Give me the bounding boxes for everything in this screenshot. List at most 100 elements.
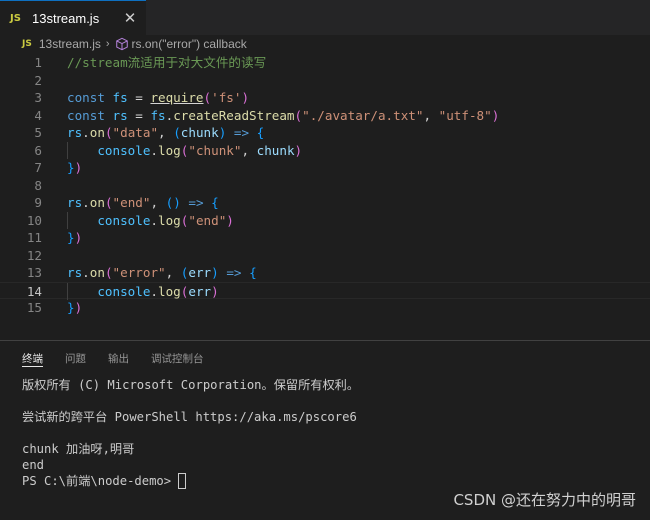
code-text: console.log("end") xyxy=(67,212,234,230)
code-token: . xyxy=(82,265,90,280)
code-line[interactable]: 5 rs.on("data", (chunk) => { xyxy=(0,124,650,142)
panel-tab[interactable]: 调试控制台 xyxy=(151,341,204,376)
panel-tabs: 终端 问题 输出 调试控制台 xyxy=(0,341,650,376)
terminal-text: 版权所有 (C) Microsoft Corporation。保留所有权利。 xyxy=(22,378,360,392)
code-line[interactable]: 9 rs.on("end", () => { xyxy=(0,194,650,212)
editor-tab-bar: JS 13stream.js ✕ xyxy=(0,0,650,35)
code-line[interactable]: 11}) xyxy=(0,229,650,247)
code-line[interactable]: 10 console.log("end") xyxy=(0,211,650,230)
line-number: 2 xyxy=(34,72,42,88)
line-number: 10 xyxy=(26,212,42,228)
code-text: console.log("chunk", chunk) xyxy=(67,142,302,160)
panel-tab[interactable]: 输出 xyxy=(108,341,129,376)
code-token: , xyxy=(423,107,439,123)
code-line[interactable]: 14 console.log(err) xyxy=(0,281,650,301)
code-token: . xyxy=(150,142,159,158)
code-line[interactable]: 15}) xyxy=(0,299,650,317)
code-line[interactable]: 2 xyxy=(0,72,650,90)
code-token: ) xyxy=(74,160,83,175)
code-token: () xyxy=(165,195,181,210)
code-token: on xyxy=(89,195,105,210)
code-token: ) xyxy=(211,265,219,280)
code-text: const fs = require('fs') xyxy=(67,89,249,107)
code-token: ) xyxy=(294,142,303,158)
code-text: rs.on("end", () => { xyxy=(67,194,219,212)
code-token: "end" xyxy=(112,195,151,210)
code-line[interactable]: 1 //stream流适用于对大文件的读写 xyxy=(0,54,650,72)
breadcrumb-symbol[interactable]: rs.on("error") callback xyxy=(132,37,247,51)
code-token: ( xyxy=(104,195,113,210)
line-number: 5 xyxy=(34,125,42,140)
line-number: 14 xyxy=(26,283,42,299)
code-token: log xyxy=(158,283,181,299)
code-line[interactable]: 13 rs.on("error", (err) => { xyxy=(0,264,650,282)
code-editor[interactable]: 1 //stream流适用于对大文件的读写 2 3 const fs = require… xyxy=(0,52,650,340)
code-token: rs xyxy=(112,107,128,123)
breadcrumb: JS 13stream.js › rs.on("error") callback xyxy=(0,35,650,52)
editor-tab-13stream[interactable]: JS 13stream.js ✕ xyxy=(0,0,146,35)
code-text: rs.on("error", (err) => { xyxy=(67,264,257,282)
code-token: ) xyxy=(211,283,219,299)
code-token: //stream流适用于对大文件的读写 xyxy=(67,55,267,70)
terminal-line: PS C:\前端\node-demo> xyxy=(22,473,642,489)
code-token: rs xyxy=(67,265,83,280)
terminal-line: 版权所有 (C) Microsoft Corporation。保留所有权利。 xyxy=(22,377,642,393)
line-number: 15 xyxy=(26,300,42,315)
panel-tab[interactable]: 问题 xyxy=(65,341,86,376)
terminal-output[interactable]: 版权所有 (C) Microsoft Corporation。保留所有权利。 尝试… xyxy=(22,377,642,489)
code-token: "end" xyxy=(188,212,227,228)
code-token: ) xyxy=(74,300,83,315)
close-icon[interactable]: ✕ xyxy=(122,10,138,26)
code-token: , xyxy=(158,125,174,140)
code-text: }) xyxy=(67,229,82,247)
code-text: const rs = fs.createReadStream("./avatar… xyxy=(67,107,499,125)
code-token: = xyxy=(127,107,151,123)
code-token: = xyxy=(127,90,151,105)
code-text: }) xyxy=(67,299,82,317)
code-token: on xyxy=(89,125,105,140)
code-token: } xyxy=(67,230,75,245)
code-token: } xyxy=(67,160,75,175)
line-number: 6 xyxy=(34,142,42,158)
panel-tab[interactable]: 终端 xyxy=(22,341,43,376)
code-token: require xyxy=(150,90,204,105)
line-number: 7 xyxy=(34,160,42,175)
code-token: ( xyxy=(203,90,212,105)
watermark: CSDN @还在努力中的明哥 xyxy=(453,491,636,509)
code-token: => xyxy=(233,125,250,140)
code-token: const xyxy=(67,90,105,105)
code-token: on xyxy=(89,265,105,280)
code-line[interactable]: 12 xyxy=(0,247,650,265)
code-token: log xyxy=(158,142,181,158)
tab-filename: 13stream.js xyxy=(32,10,100,26)
code-line[interactable]: 4 const rs = fs.createReadStream("./avata… xyxy=(0,107,650,125)
cube-icon xyxy=(115,37,128,50)
code-token: , xyxy=(150,195,166,210)
terminal-text: chunk 加油呀,明哥 xyxy=(22,442,135,456)
code-token: . xyxy=(150,283,159,299)
code-line[interactable]: 8 xyxy=(0,177,650,195)
code-token: log xyxy=(158,212,181,228)
code-text: console.log(err) xyxy=(67,283,219,301)
breadcrumb-file[interactable]: 13stream.js xyxy=(39,37,101,51)
code-token: "data" xyxy=(112,125,159,140)
line-number: 1 xyxy=(34,55,42,70)
code-token: , xyxy=(165,265,181,280)
code-line[interactable]: 3 const fs = require('fs') xyxy=(0,89,650,107)
code-text: rs.on("data", (chunk) => { xyxy=(67,124,264,142)
code-token: chunk xyxy=(256,142,295,158)
code-token: { xyxy=(256,125,265,140)
line-number: 13 xyxy=(26,265,42,280)
code-line[interactable]: 7}) xyxy=(0,159,650,177)
terminal-cursor xyxy=(178,473,187,489)
terminal-text: 尝试新的跨平台 PowerShell https://aka.ms/pscore… xyxy=(22,410,357,424)
code-token: ( xyxy=(104,125,113,140)
code-line[interactable]: 6 console.log("chunk", chunk) xyxy=(0,141,650,160)
